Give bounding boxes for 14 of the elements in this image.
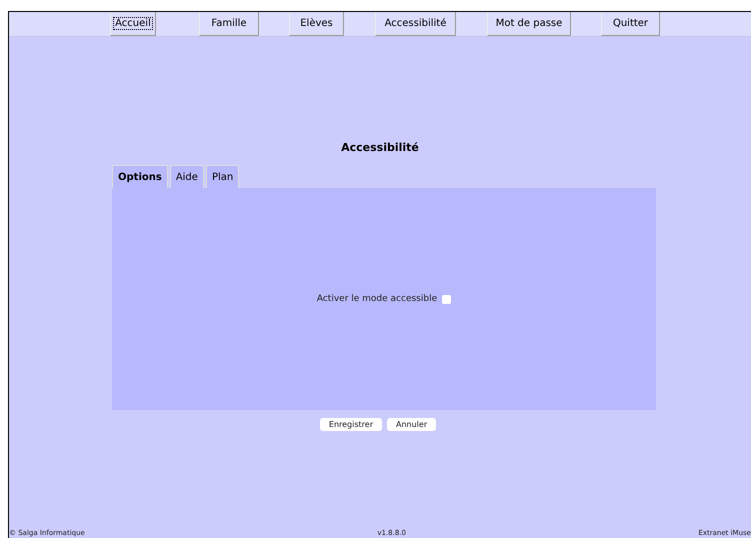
nav-button[interactable]: Elèves — [289, 12, 344, 36]
cancel-button[interactable]: Annuler — [386, 418, 436, 431]
accessible-checkbox[interactable] — [442, 294, 452, 304]
nav-button[interactable]: Accessibilité — [375, 12, 456, 36]
nav-button[interactable]: Quitter — [601, 12, 660, 36]
tab[interactable]: Plan — [206, 165, 240, 188]
tab[interactable]: Aide — [170, 165, 204, 188]
nav-button[interactable]: Accueil — [110, 12, 156, 36]
save-button[interactable]: Enregistrer — [320, 418, 382, 431]
nav-button[interactable]: Mot de passe — [487, 12, 571, 36]
tab[interactable]: Options — [112, 165, 168, 188]
nav-button[interactable]: Famille — [199, 12, 259, 36]
option-label: Activer le mode accessible — [316, 294, 438, 304]
page-title: Accessibilité — [340, 141, 420, 155]
